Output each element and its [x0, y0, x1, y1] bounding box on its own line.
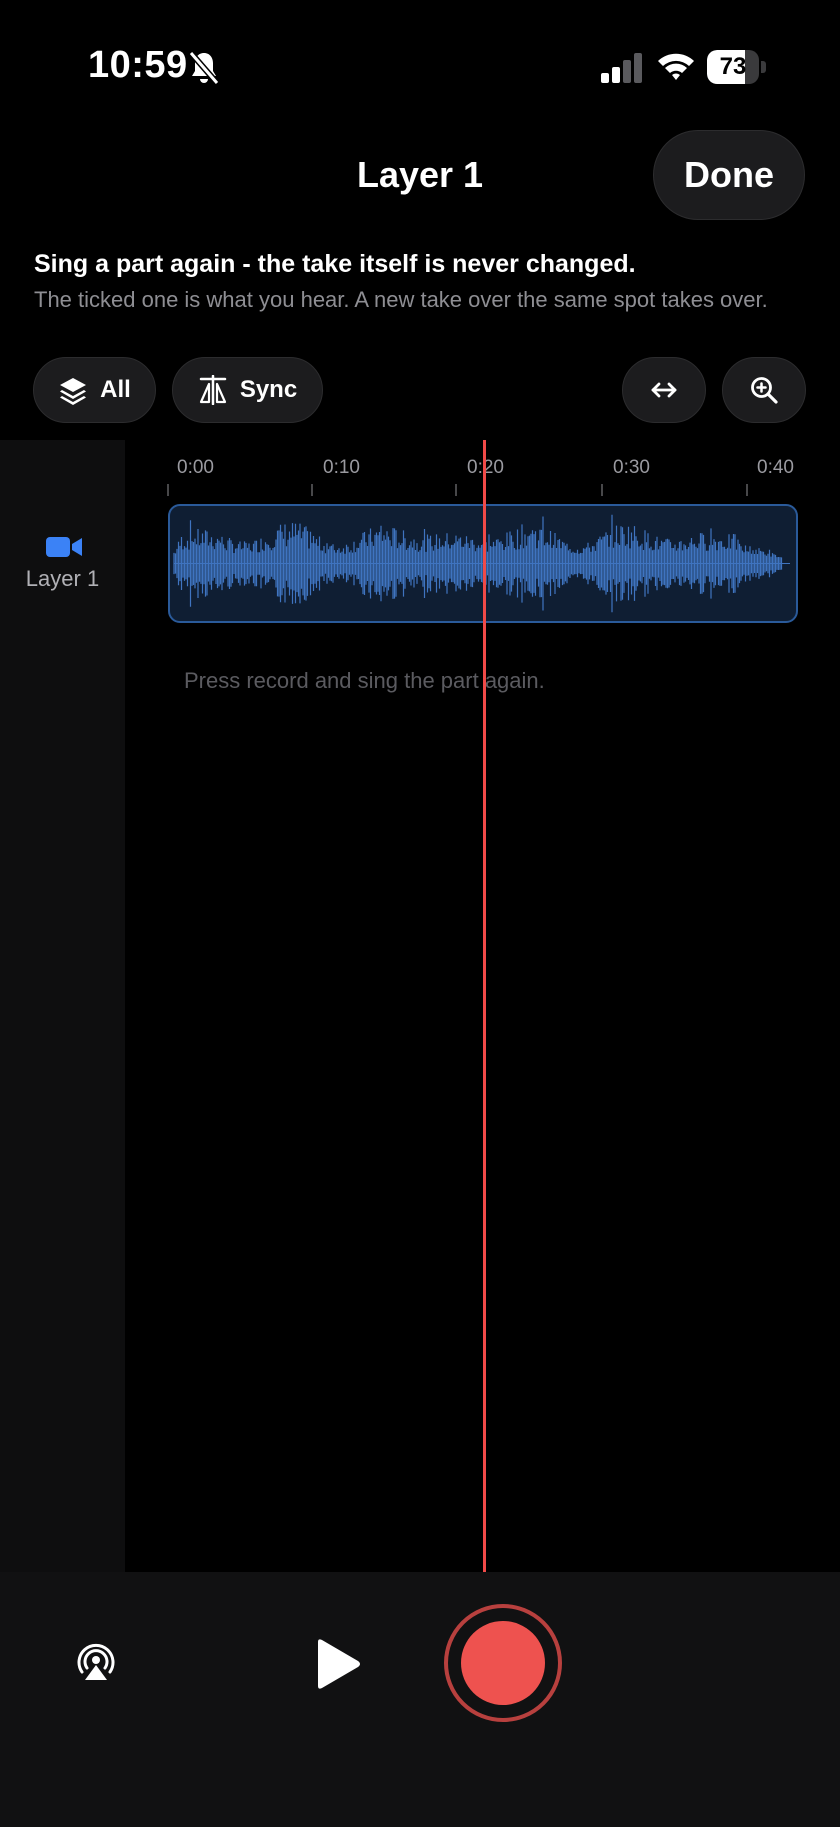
airplay-icon[interactable] [74, 1640, 118, 1684]
battery-percent: 73 [719, 53, 747, 80]
time-tick-mark [601, 484, 603, 496]
time-tick-mark [746, 484, 748, 496]
time-tick-label: 0:00 [177, 457, 214, 478]
time-tick-label: 0:40 [757, 457, 794, 478]
zoom-in-icon [751, 377, 778, 404]
fit-width-button[interactable] [622, 357, 706, 423]
sync-label: Sync [239, 376, 298, 403]
record-dot [461, 1621, 545, 1705]
wifi-icon [658, 53, 694, 80]
fit-width-icon [651, 382, 677, 398]
all-layers-button[interactable]: All [33, 357, 156, 423]
layer-label[interactable]: Layer 1 [0, 566, 125, 592]
layers-icon [60, 378, 87, 405]
zoom-in-button[interactable] [722, 357, 806, 423]
record-hint: Press record and sing the part again. [184, 668, 545, 693]
play-icon[interactable] [312, 1638, 362, 1690]
battery-icon: 73 [707, 50, 767, 84]
instruction-subtext: The ticked one is what you hear. A new t… [34, 287, 768, 312]
sync-icon [199, 375, 227, 405]
layer-sidebar [0, 440, 125, 1572]
playhead[interactable] [483, 440, 486, 1572]
cellular-signal-icon [601, 53, 642, 83]
sync-button[interactable]: Sync [172, 357, 323, 423]
transport-bar [0, 1572, 840, 1827]
done-button[interactable]: Done [653, 130, 805, 220]
instruction-headline: Sing a part again - the take itself is n… [34, 250, 636, 278]
video-camera-icon[interactable] [46, 535, 82, 559]
time-tick-mark [455, 484, 457, 496]
time-tick-mark [311, 484, 313, 496]
time-tick-label: 0:10 [323, 457, 360, 478]
all-layers-label: All [100, 376, 131, 403]
time-tick-label: 0:30 [613, 457, 650, 478]
bell-slash-icon [188, 51, 220, 85]
status-time: 10:59 [88, 44, 188, 86]
record-button[interactable] [444, 1604, 562, 1722]
time-tick-mark [167, 484, 169, 496]
